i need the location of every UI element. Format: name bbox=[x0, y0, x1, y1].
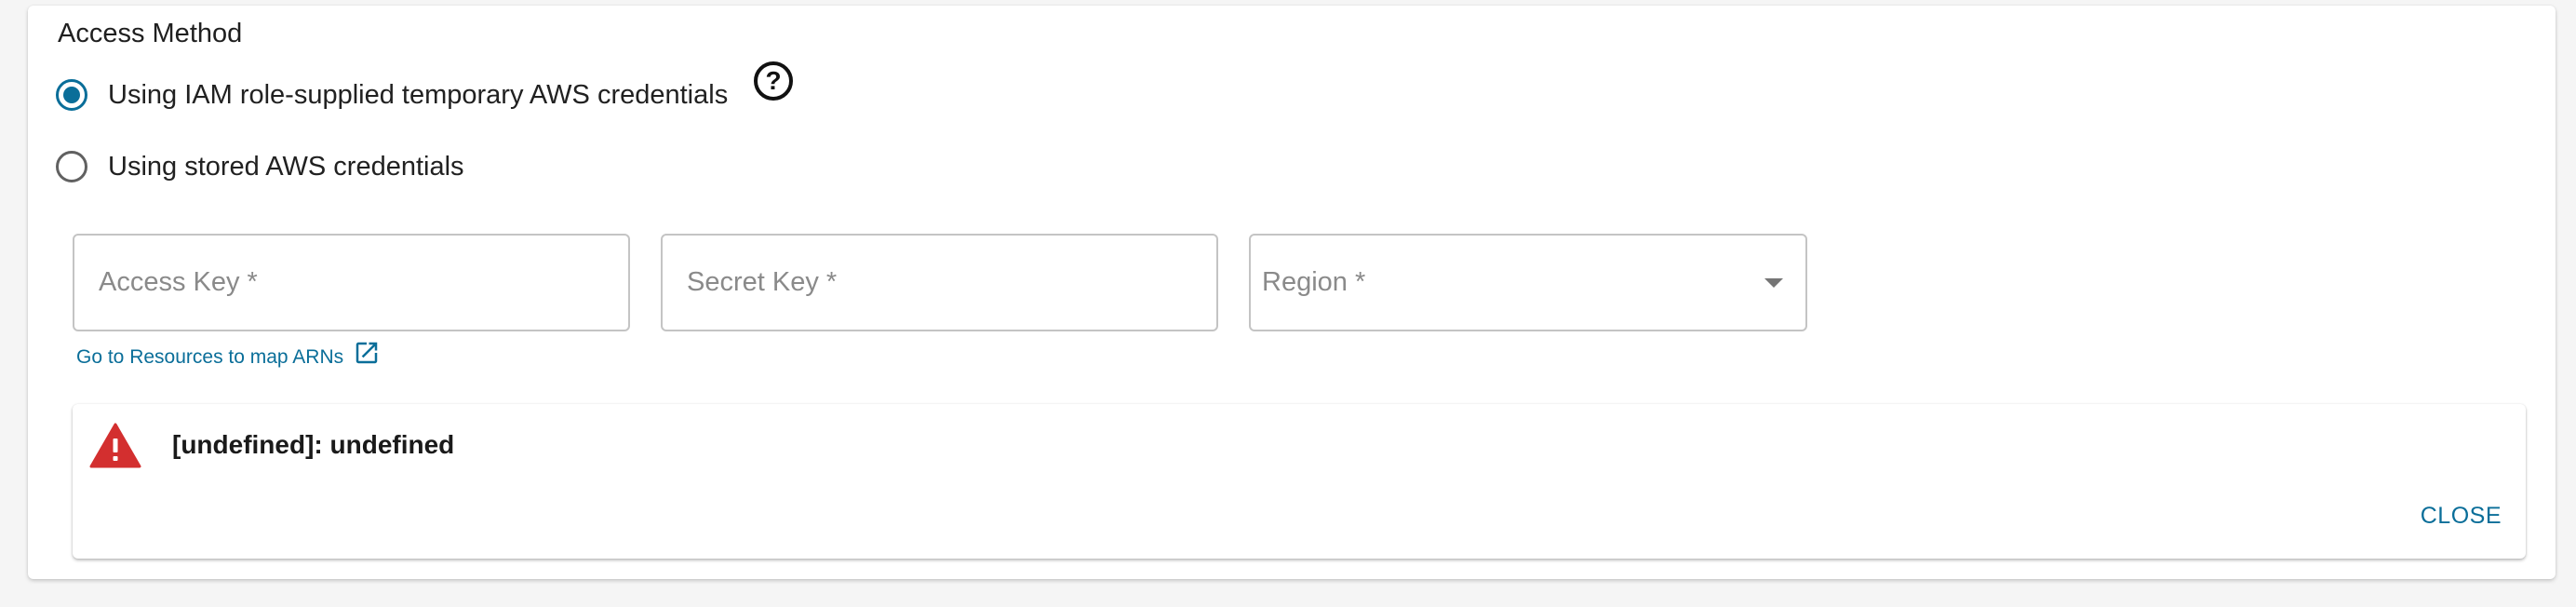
access-key-field[interactable] bbox=[73, 234, 630, 331]
region-select[interactable]: Region * bbox=[1249, 234, 1807, 331]
secret-key-field[interactable] bbox=[661, 234, 1218, 331]
radio-label-stored-credentials: Using stored AWS credentials bbox=[108, 151, 464, 182]
external-link-icon bbox=[356, 342, 378, 364]
go-to-resources-label: Go to Resources to map ARNs bbox=[76, 346, 344, 368]
chevron-down-icon bbox=[1764, 278, 1783, 288]
close-button[interactable]: CLOSE bbox=[2421, 503, 2502, 530]
alert-message: [undefined]: undefined bbox=[172, 430, 455, 459]
radio-option-stored-credentials[interactable]: Using stored AWS credentials bbox=[56, 144, 464, 189]
radio-button-stored-credentials[interactable] bbox=[56, 151, 87, 182]
error-alert: [undefined]: undefined CLOSE bbox=[73, 404, 2526, 559]
warning-triangle-icon bbox=[89, 423, 141, 468]
section-title: Access Method bbox=[58, 19, 243, 48]
question-circle-icon[interactable]: ? bbox=[754, 61, 793, 101]
radio-label-iam-role: Using IAM role-supplied temporary AWS cr… bbox=[108, 79, 729, 110]
region-select-placeholder: Region * bbox=[1262, 267, 1366, 297]
radio-option-iam-role[interactable]: Using IAM role-supplied temporary AWS cr… bbox=[56, 73, 728, 117]
secret-key-input[interactable] bbox=[663, 236, 1216, 330]
go-to-resources-link[interactable]: Go to Resources to map ARNs bbox=[76, 342, 381, 369]
radio-button-iam-role[interactable] bbox=[56, 79, 87, 111]
access-key-input[interactable] bbox=[74, 236, 628, 330]
